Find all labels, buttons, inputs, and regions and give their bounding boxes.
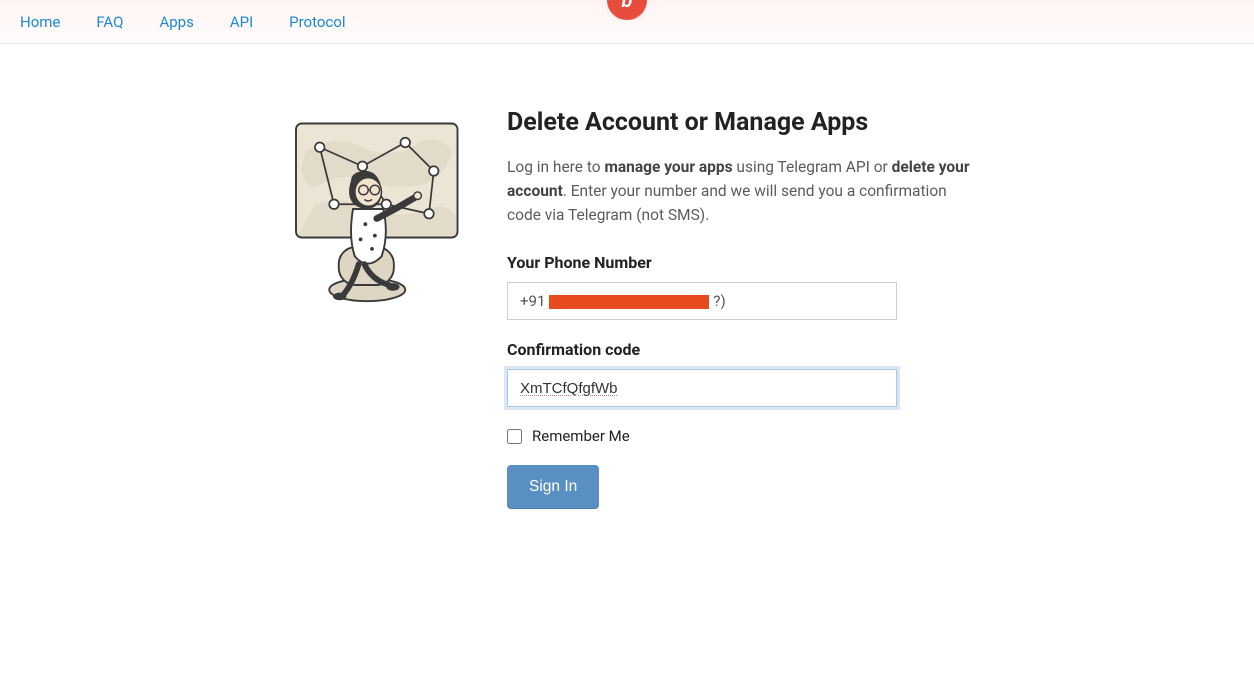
page-description: Log in here to manage your apps using Te… xyxy=(507,155,977,227)
code-label: Confirmation code xyxy=(507,340,977,359)
nav-protocol[interactable]: Protocol xyxy=(271,0,363,44)
phone-suffix: ?) xyxy=(713,292,725,310)
site-logo-icon: b xyxy=(607,0,647,20)
signin-button[interactable]: Sign In xyxy=(507,465,599,509)
confirmation-code-input[interactable] xyxy=(507,369,897,407)
nav-faq[interactable]: FAQ xyxy=(78,0,141,44)
nav-apps[interactable]: Apps xyxy=(141,0,211,44)
main-form-area: Delete Account or Manage Apps Log in her… xyxy=(507,108,977,509)
nav-api[interactable]: API xyxy=(212,0,271,44)
phone-prefix: +91 xyxy=(520,292,545,310)
phone-label: Your Phone Number xyxy=(507,253,977,272)
page-title: Delete Account or Manage Apps xyxy=(507,108,977,137)
illustration xyxy=(277,108,467,318)
remember-label[interactable]: Remember Me xyxy=(532,427,630,445)
phone-input[interactable]: +91 ?) xyxy=(507,282,897,320)
top-navigation-bar: b Home FAQ Apps API Protocol xyxy=(0,0,1254,44)
nav-home[interactable]: Home xyxy=(14,0,78,44)
phone-redacted xyxy=(549,295,709,309)
remember-checkbox[interactable] xyxy=(507,429,522,444)
